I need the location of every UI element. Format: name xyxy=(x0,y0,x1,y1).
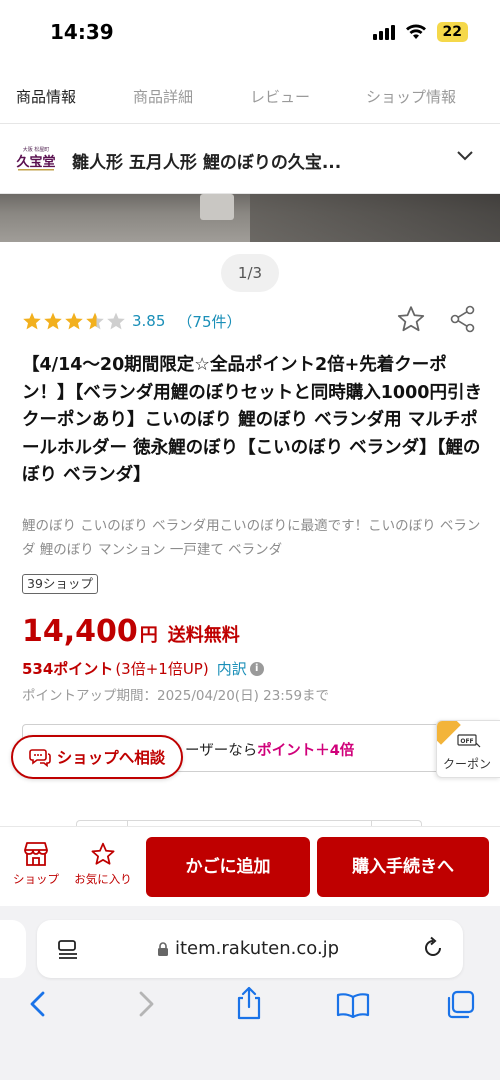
bookmarks-icon[interactable] xyxy=(336,992,370,1018)
star-full-icon xyxy=(44,312,62,330)
share-icon[interactable] xyxy=(449,304,477,334)
star-full-icon xyxy=(65,312,83,330)
status-time: 14:39 xyxy=(50,20,114,44)
points-breakdown-link[interactable]: 内訳 xyxy=(217,658,247,679)
product-catchcopy: 鯉のぼり こいのぼり ベランダ用こいのぼりに最適です！こいのぼり ベランダ 鯉の… xyxy=(22,518,481,558)
product-title: 【4/14〜20期間限定☆全品ポイント2倍+先着クーポン！】【ベランダ用鯉のぼり… xyxy=(22,355,482,485)
tab-reviews[interactable]: レビュー xyxy=(250,86,310,107)
price-unit: 円 xyxy=(139,625,158,646)
shop-header[interactable]: 大阪 松屋町 久宝堂 雛人形 五月人形 鯉のぼりの久宝... xyxy=(0,124,500,194)
coupon-off-label: OFF xyxy=(460,738,473,745)
consult-shop-label: ショップへ相談 xyxy=(56,749,166,767)
rating-stars xyxy=(22,311,126,331)
tab-shop-info[interactable]: ショップ情報 xyxy=(366,86,456,107)
points-row: 534ポイント (3倍+1倍UP) 内訳 i xyxy=(22,658,264,679)
coupon-off-icon: OFF xyxy=(457,734,481,748)
tabs-icon[interactable] xyxy=(444,990,476,1020)
add-to-cart-button[interactable]: かごに追加 xyxy=(146,837,310,897)
action-bar: ショップ お気に入り かごに追加 購入手続きへ xyxy=(0,826,500,906)
shop-icon xyxy=(24,842,48,866)
shop-name: 雛人形 五月人形 鯉のぼりの久宝... xyxy=(72,153,342,173)
star-empty-icon xyxy=(107,312,125,330)
previous-tab-card[interactable] xyxy=(0,920,26,978)
image-pager: 1/3 xyxy=(221,254,279,292)
share-sheet-icon[interactable] xyxy=(234,986,264,1020)
battery-indicator: 22 xyxy=(436,22,468,42)
shop-logo-tagline: 大阪 松屋町 xyxy=(23,146,50,153)
price: 14,400 xyxy=(22,614,138,649)
wifi-icon xyxy=(405,24,426,39)
promo-text-main: ーザーなら xyxy=(185,743,258,759)
status-indicators: 22 xyxy=(372,22,468,42)
reload-icon[interactable] xyxy=(421,936,445,960)
promo-highlight: ポイント＋4倍 xyxy=(257,743,355,759)
chevron-down-icon[interactable] xyxy=(456,150,474,162)
cellular-signal-icon xyxy=(372,24,395,40)
favorite-star-icon[interactable] xyxy=(396,304,426,334)
points-deadline: ポイントアップ期間：2025/04/20(日) 23:59まで xyxy=(22,688,330,704)
star-full-icon xyxy=(23,312,41,330)
promo-text: ーザーならポイント＋4倍 xyxy=(185,739,354,760)
coupon-tab-label: クーポン xyxy=(443,757,492,771)
star-outline-icon xyxy=(91,842,115,865)
shop-badge: 39ショップ xyxy=(22,574,98,594)
product-tabs: 商品情報 商品詳細 レビュー ショップ情報 xyxy=(0,66,500,124)
chat-bubble-icon xyxy=(28,749,51,767)
tab-product-info[interactable]: 商品情報 xyxy=(16,86,76,107)
star-partial-icon xyxy=(86,312,104,330)
back-icon[interactable] xyxy=(26,990,50,1018)
rating-row[interactable]: 3.85 （75件） xyxy=(22,306,242,336)
coupon-tab[interactable]: OFF クーポン xyxy=(436,720,500,778)
shop-logo-text: 久宝堂 xyxy=(16,154,55,170)
url-text: item.rakuten.co.jp xyxy=(175,938,340,959)
status-bar: 14:39 22 xyxy=(0,0,500,66)
rating-value: 3.85 xyxy=(132,312,166,330)
product-image[interactable] xyxy=(0,194,500,242)
checkout-button[interactable]: 購入手続きへ xyxy=(317,837,489,897)
points-amount: 534ポイント xyxy=(22,660,114,678)
favorite-button-label: お気に入り xyxy=(74,872,132,886)
page-menu-icon[interactable] xyxy=(57,938,79,960)
favorite-button[interactable]: お気に入り xyxy=(70,841,136,887)
browser-toolbar: item.rakuten.co.jp xyxy=(0,906,500,1080)
points-multiplier: (3倍+1倍UP) xyxy=(115,660,209,678)
lock-icon xyxy=(158,942,168,956)
shop-button-label: ショップ xyxy=(13,872,59,886)
consult-shop-button[interactable]: ショップへ相談 xyxy=(11,735,183,779)
address-bar[interactable]: item.rakuten.co.jp xyxy=(37,920,463,978)
free-shipping-label: 送料無料 xyxy=(167,625,240,646)
price-row: 14,400 円 送料無料 xyxy=(22,614,240,649)
shop-logo: 大阪 松屋町 久宝堂 xyxy=(16,146,56,171)
tab-product-details[interactable]: 商品詳細 xyxy=(133,86,193,107)
forward-icon[interactable] xyxy=(134,990,158,1018)
shop-button[interactable]: ショップ xyxy=(8,841,64,887)
info-icon[interactable]: i xyxy=(249,661,264,676)
review-count-link[interactable]: （75件） xyxy=(177,311,241,332)
